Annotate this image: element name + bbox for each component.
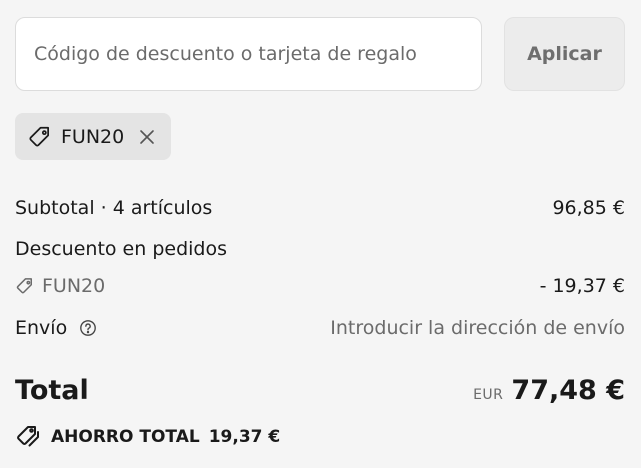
apply-button[interactable]: Aplicar: [504, 17, 625, 91]
subtotal-row: Subtotal · 4 artículos 96,85 €: [15, 196, 625, 220]
shipping-row: Envío Introducir la dirección de envío: [15, 316, 625, 340]
total-amount: EUR 77,48 €: [473, 374, 625, 412]
tag-icon: [27, 124, 53, 150]
tag-icon: [15, 276, 35, 296]
discount-code-form: Aplicar: [15, 17, 625, 93]
applied-discount-chip: FUN20: [15, 113, 172, 160]
subtotal-value: 96,85 €: [552, 197, 625, 219]
subtotal-label: Subtotal · 4 artículos: [15, 197, 213, 219]
shipping-value[interactable]: Introducir la dirección de envío: [330, 316, 625, 340]
shipping-label: Envío: [15, 317, 68, 339]
savings-value: 19,37 €: [208, 427, 281, 447]
total-row: Total EUR 77,48 €: [15, 374, 625, 410]
discount-code-row: FUN20 - 19,37 €: [15, 274, 625, 298]
discount-label: Descuento en pedidos: [15, 238, 227, 260]
total-value: 77,48 €: [511, 375, 625, 406]
shipping-label-group: Envío: [15, 316, 97, 340]
total-savings: AHORRO TOTAL 19,37 €: [15, 424, 280, 450]
discount-code-input[interactable]: [15, 17, 482, 91]
discount-code-label: FUN20: [42, 275, 106, 297]
close-icon[interactable]: [139, 129, 155, 145]
total-label: Total: [15, 375, 89, 406]
double-tag-icon: [15, 424, 41, 450]
order-summary: Aplicar FUN20 Subtotal · 4 artículos 96,…: [0, 0, 641, 468]
applied-code-label: FUN20: [61, 125, 125, 148]
discount-code: FUN20: [15, 274, 105, 298]
discount-value: - 19,37 €: [539, 275, 625, 297]
discount-row: Descuento en pedidos: [15, 237, 625, 261]
savings-label: AHORRO TOTAL: [51, 427, 200, 447]
help-circle-icon[interactable]: [79, 319, 97, 337]
total-currency: EUR: [473, 387, 504, 403]
